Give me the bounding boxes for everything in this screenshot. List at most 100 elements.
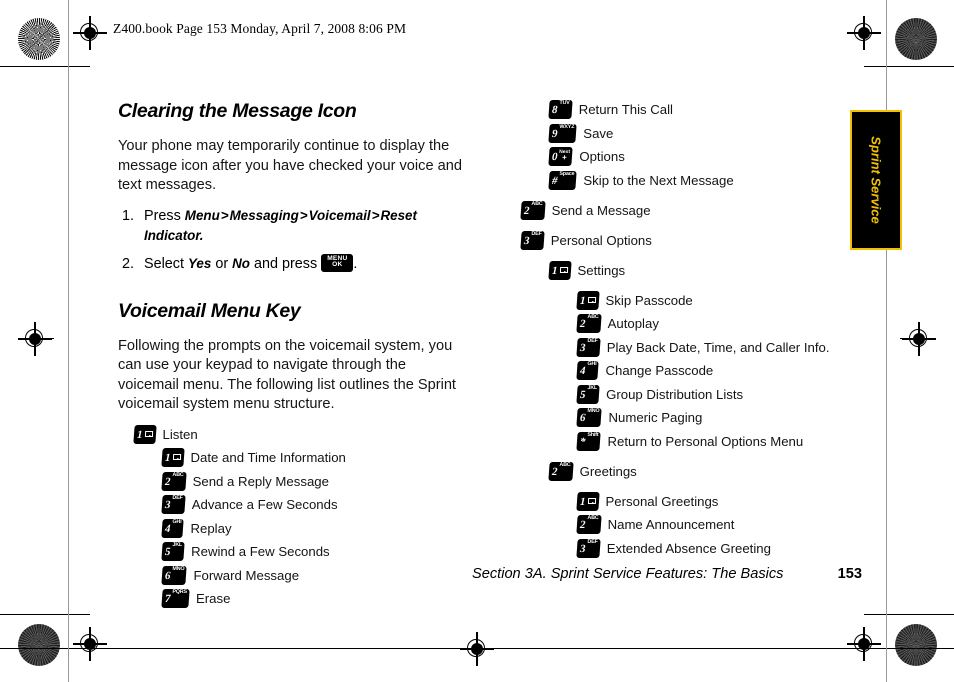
manual-page: Z400.book Page 153 Monday, April 7, 2008…	[0, 0, 954, 682]
key-sublabel: MNO	[586, 408, 600, 414]
menu-item-row: 5JKL Group Distribution Lists	[576, 384, 845, 404]
menu-item-label: Erase	[195, 591, 231, 606]
path-sep-3: >	[371, 207, 380, 223]
key-sublabel: ABC	[171, 471, 184, 478]
menu-item-label: Skip Passcode	[605, 292, 693, 308]
step-2: 2. Select Yes or No and press MENU OK.	[118, 253, 468, 274]
keypad-key-3-icon: 3DEF	[520, 230, 545, 250]
key-digit: 8	[551, 104, 558, 116]
path-sep-1: >	[220, 207, 229, 223]
menu-item-label: Numeric Paging	[608, 410, 703, 425]
menu-item-label: Replay	[190, 520, 232, 536]
keypad-key-3-icon: 3DEF	[576, 337, 601, 357]
menu-item-row: 3DEF Extended Absence Greeting	[576, 538, 845, 558]
menu-item-row: 6MNO Forward Message	[161, 565, 468, 585]
menu-item-row: 0 Next + Options	[548, 147, 845, 166]
footer-section-title: Section 3A. Sprint Service Features: The…	[472, 566, 784, 582]
key-sublabel: DEF	[586, 538, 598, 545]
menu-item-label: Options	[579, 149, 625, 164]
envelope-icon	[144, 430, 153, 437]
menu-item-row: 6MNO Numeric Paging	[576, 408, 845, 427]
option-no: No	[232, 255, 250, 271]
menu-ok-line2: OK	[332, 261, 343, 269]
keypad-key-2-icon: 2ABC	[161, 471, 187, 491]
keypad-key-1-icon: 1	[576, 290, 600, 310]
menu-item-row: 2ABC Name Announcement	[576, 515, 845, 534]
key-sublabel: DEF	[586, 337, 598, 344]
key-sublabel: PQRS	[171, 589, 187, 595]
menu-item-label: Extended Absence Greeting	[606, 540, 771, 556]
key-sublabel: ABC	[586, 314, 599, 320]
key-digit: 6	[579, 412, 586, 424]
keypad-key-1-icon: 1	[133, 424, 157, 444]
menu-ok-key-icon: MENU OK	[321, 253, 354, 272]
keypad-key-6-icon: 6MNO	[576, 408, 603, 427]
keypad-key-3-icon: 3DEF	[576, 538, 601, 558]
keypad-key-7-icon: 7PQRS	[161, 589, 190, 608]
step-2-period: .	[353, 255, 358, 272]
key-digit: 1	[136, 428, 143, 441]
menu-item-row: 2ABC Send a Message	[520, 200, 845, 220]
envelope-icon	[559, 266, 568, 273]
menu-item-label: Advance a Few Seconds	[191, 497, 338, 512]
menu-item-label: Group Distribution Lists	[606, 386, 744, 402]
left-column: Clearing the Message Icon Your phone may…	[118, 100, 468, 613]
key-digit: 1	[164, 452, 171, 464]
key-digit: 1	[579, 294, 586, 307]
menu-item-row: 5JKL Rewind a Few Seconds	[161, 542, 468, 561]
menu-item-row: 2ABC Greetings	[548, 461, 845, 481]
menu-item-row: 2ABC Send a Reply Message	[161, 471, 468, 491]
menu-item-row: 4GHI Replay	[161, 518, 468, 538]
keypad-key-2-icon: 2ABC	[576, 515, 602, 534]
menu-item-row: 3DEF Play Back Date, Time, and Caller Inf…	[576, 337, 845, 357]
key-digit: *	[579, 435, 586, 448]
menu-item-row: 3DEF Personal Options	[520, 230, 845, 250]
key-digit: 5	[164, 546, 171, 558]
step-1-number: 1.	[122, 207, 135, 224]
key-digit: 3	[523, 234, 530, 247]
key-sublabel: WXYZ	[558, 123, 574, 130]
paragraph-voicemail-menu-key: Following the prompts on the voicemail s…	[118, 337, 456, 413]
keypad-key-0-icon: 0 Next +	[548, 147, 574, 166]
keypad-key-1-icon: 1	[576, 491, 600, 511]
key-sublabel-stack: Next +	[558, 149, 570, 162]
menu-item-row: 7PQRS Erase	[161, 589, 468, 608]
menu-item-row: 1 Listen	[133, 424, 468, 444]
keypad-key-star-icon: *Shift	[576, 431, 602, 451]
key-sublabel: JKL	[586, 384, 597, 391]
numbered-steps: 1. Press Menu>Messaging>Voicemail>Reset I…	[118, 206, 468, 274]
key-digit: 2	[164, 475, 171, 488]
menu-item-label: Send a Reply Message	[192, 473, 329, 489]
key-digit: 1	[579, 495, 586, 508]
menu-item-row: *Shift Return to Personal Options Menu	[576, 431, 845, 451]
key-sublabel: DEF	[171, 495, 183, 501]
paragraph-clearing-message-icon: Your phone may temporarily continue to d…	[118, 138, 462, 193]
voicemail-menu-tree-right: 8TUV Return This Call 9WXYZ Save 0 Next + Optio…	[505, 100, 845, 558]
step-2-suffix: and press	[250, 255, 322, 272]
section-heading-voicemail-menu-key: Voicemail Menu Key	[118, 299, 301, 322]
side-tab-label: Sprint Service	[868, 136, 884, 224]
key-digit: #	[551, 174, 558, 187]
step-2-prefix: Select	[144, 255, 188, 272]
keypad-key-1-icon: 1	[548, 260, 572, 280]
menu-item-row: 1 Date and Time Information	[161, 448, 468, 467]
voicemail-menu-tree-left: 1 Listen 1 Date and Time Information 2ABC Sen…	[118, 424, 468, 608]
keypad-key-3-icon: 3DEF	[161, 495, 186, 514]
step-2-mid: or	[211, 255, 233, 272]
key-digit: 0	[551, 151, 558, 163]
menu-item-label: Change Passcode	[605, 363, 714, 378]
menu-item-label: Autoplay	[607, 316, 659, 331]
menu-item-label: Greetings	[579, 463, 637, 479]
key-sublabel: Space	[558, 170, 574, 177]
footer-page-number: 153	[837, 566, 862, 582]
path-sep-2: >	[299, 207, 308, 223]
envelope-icon	[587, 497, 596, 504]
menu-path-menu: Menu	[184, 207, 220, 223]
key-digit: 6	[164, 569, 171, 582]
menu-item-row: 3DEF Advance a Few Seconds	[161, 495, 468, 514]
keypad-key-9-icon: 9WXYZ	[548, 123, 577, 143]
key-digit: 3	[164, 499, 171, 511]
menu-item-label: Play Back Date, Time, and Caller Info.	[606, 339, 830, 355]
keypad-key-8-icon: 8TUV	[548, 100, 573, 119]
key-digit: 2	[579, 519, 586, 531]
